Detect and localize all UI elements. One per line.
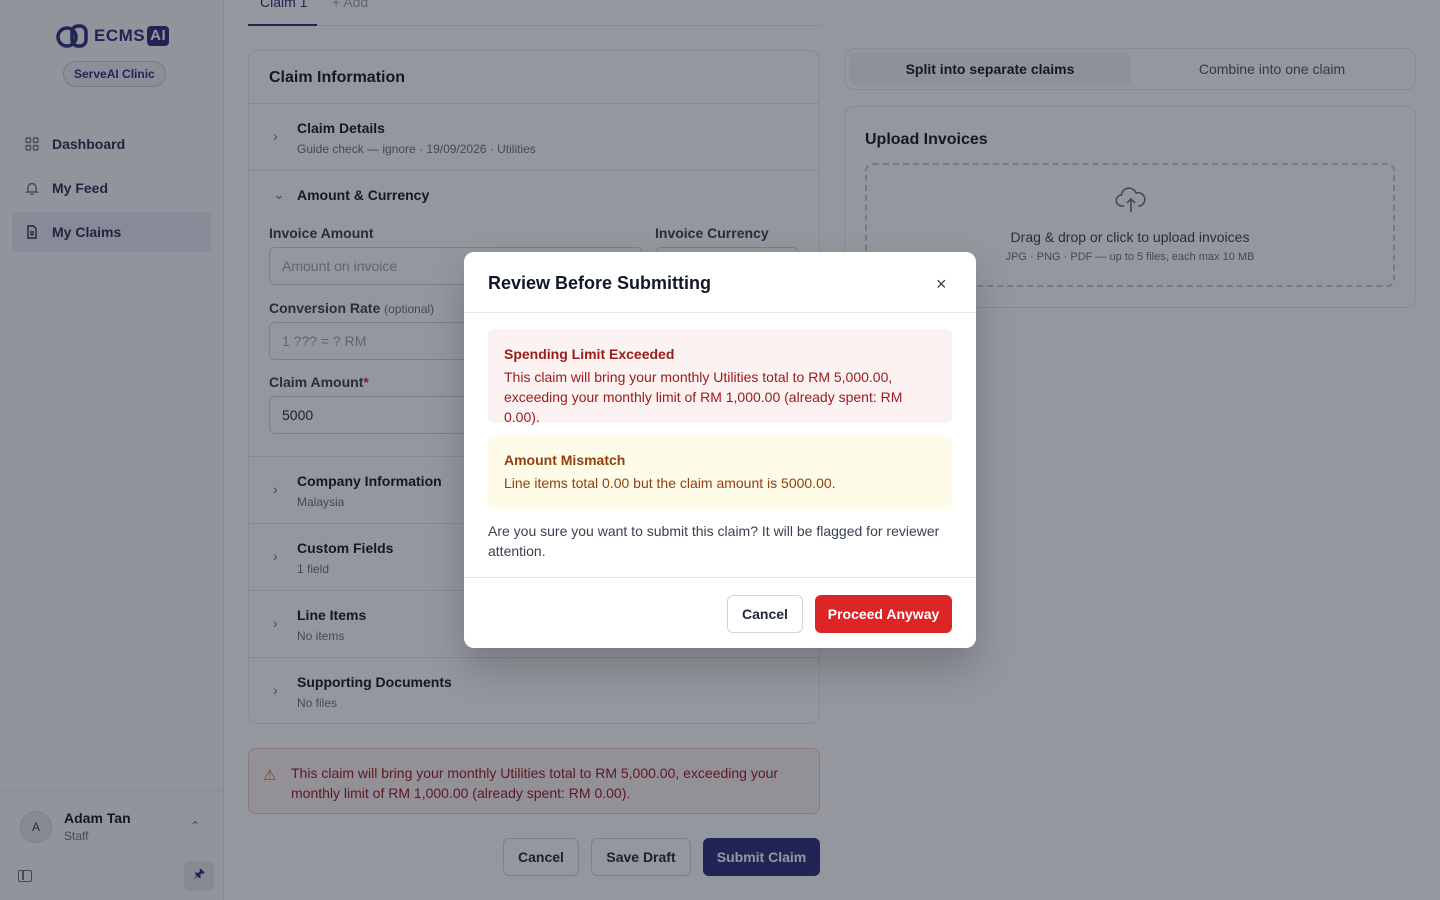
modal-header: Review Before Submitting × bbox=[464, 252, 976, 313]
confirm-message: Are you sure you want to submit this cla… bbox=[488, 523, 940, 559]
proceed-anyway-button[interactable]: Proceed Anyway bbox=[815, 595, 952, 633]
alert-body: Line items total 0.00 but the claim amou… bbox=[504, 475, 836, 491]
modal-cancel-button[interactable]: Cancel bbox=[727, 595, 803, 633]
review-modal: Review Before Submitting × Spending Limi… bbox=[464, 252, 976, 648]
alert-title: Spending Limit Exceeded bbox=[504, 346, 675, 362]
modal-footer: Cancel Proceed Anyway bbox=[464, 577, 976, 648]
spending-limit-alert: Spending Limit Exceeded This claim will … bbox=[488, 329, 952, 425]
close-icon[interactable]: × bbox=[936, 274, 947, 295]
modal-title: Review Before Submitting bbox=[488, 273, 712, 293]
amount-mismatch-alert: Amount Mismatch Line items total 0.00 bu… bbox=[488, 435, 952, 509]
alert-body: This claim will bring your monthly Utili… bbox=[504, 369, 903, 425]
alert-title: Amount Mismatch bbox=[504, 452, 626, 468]
